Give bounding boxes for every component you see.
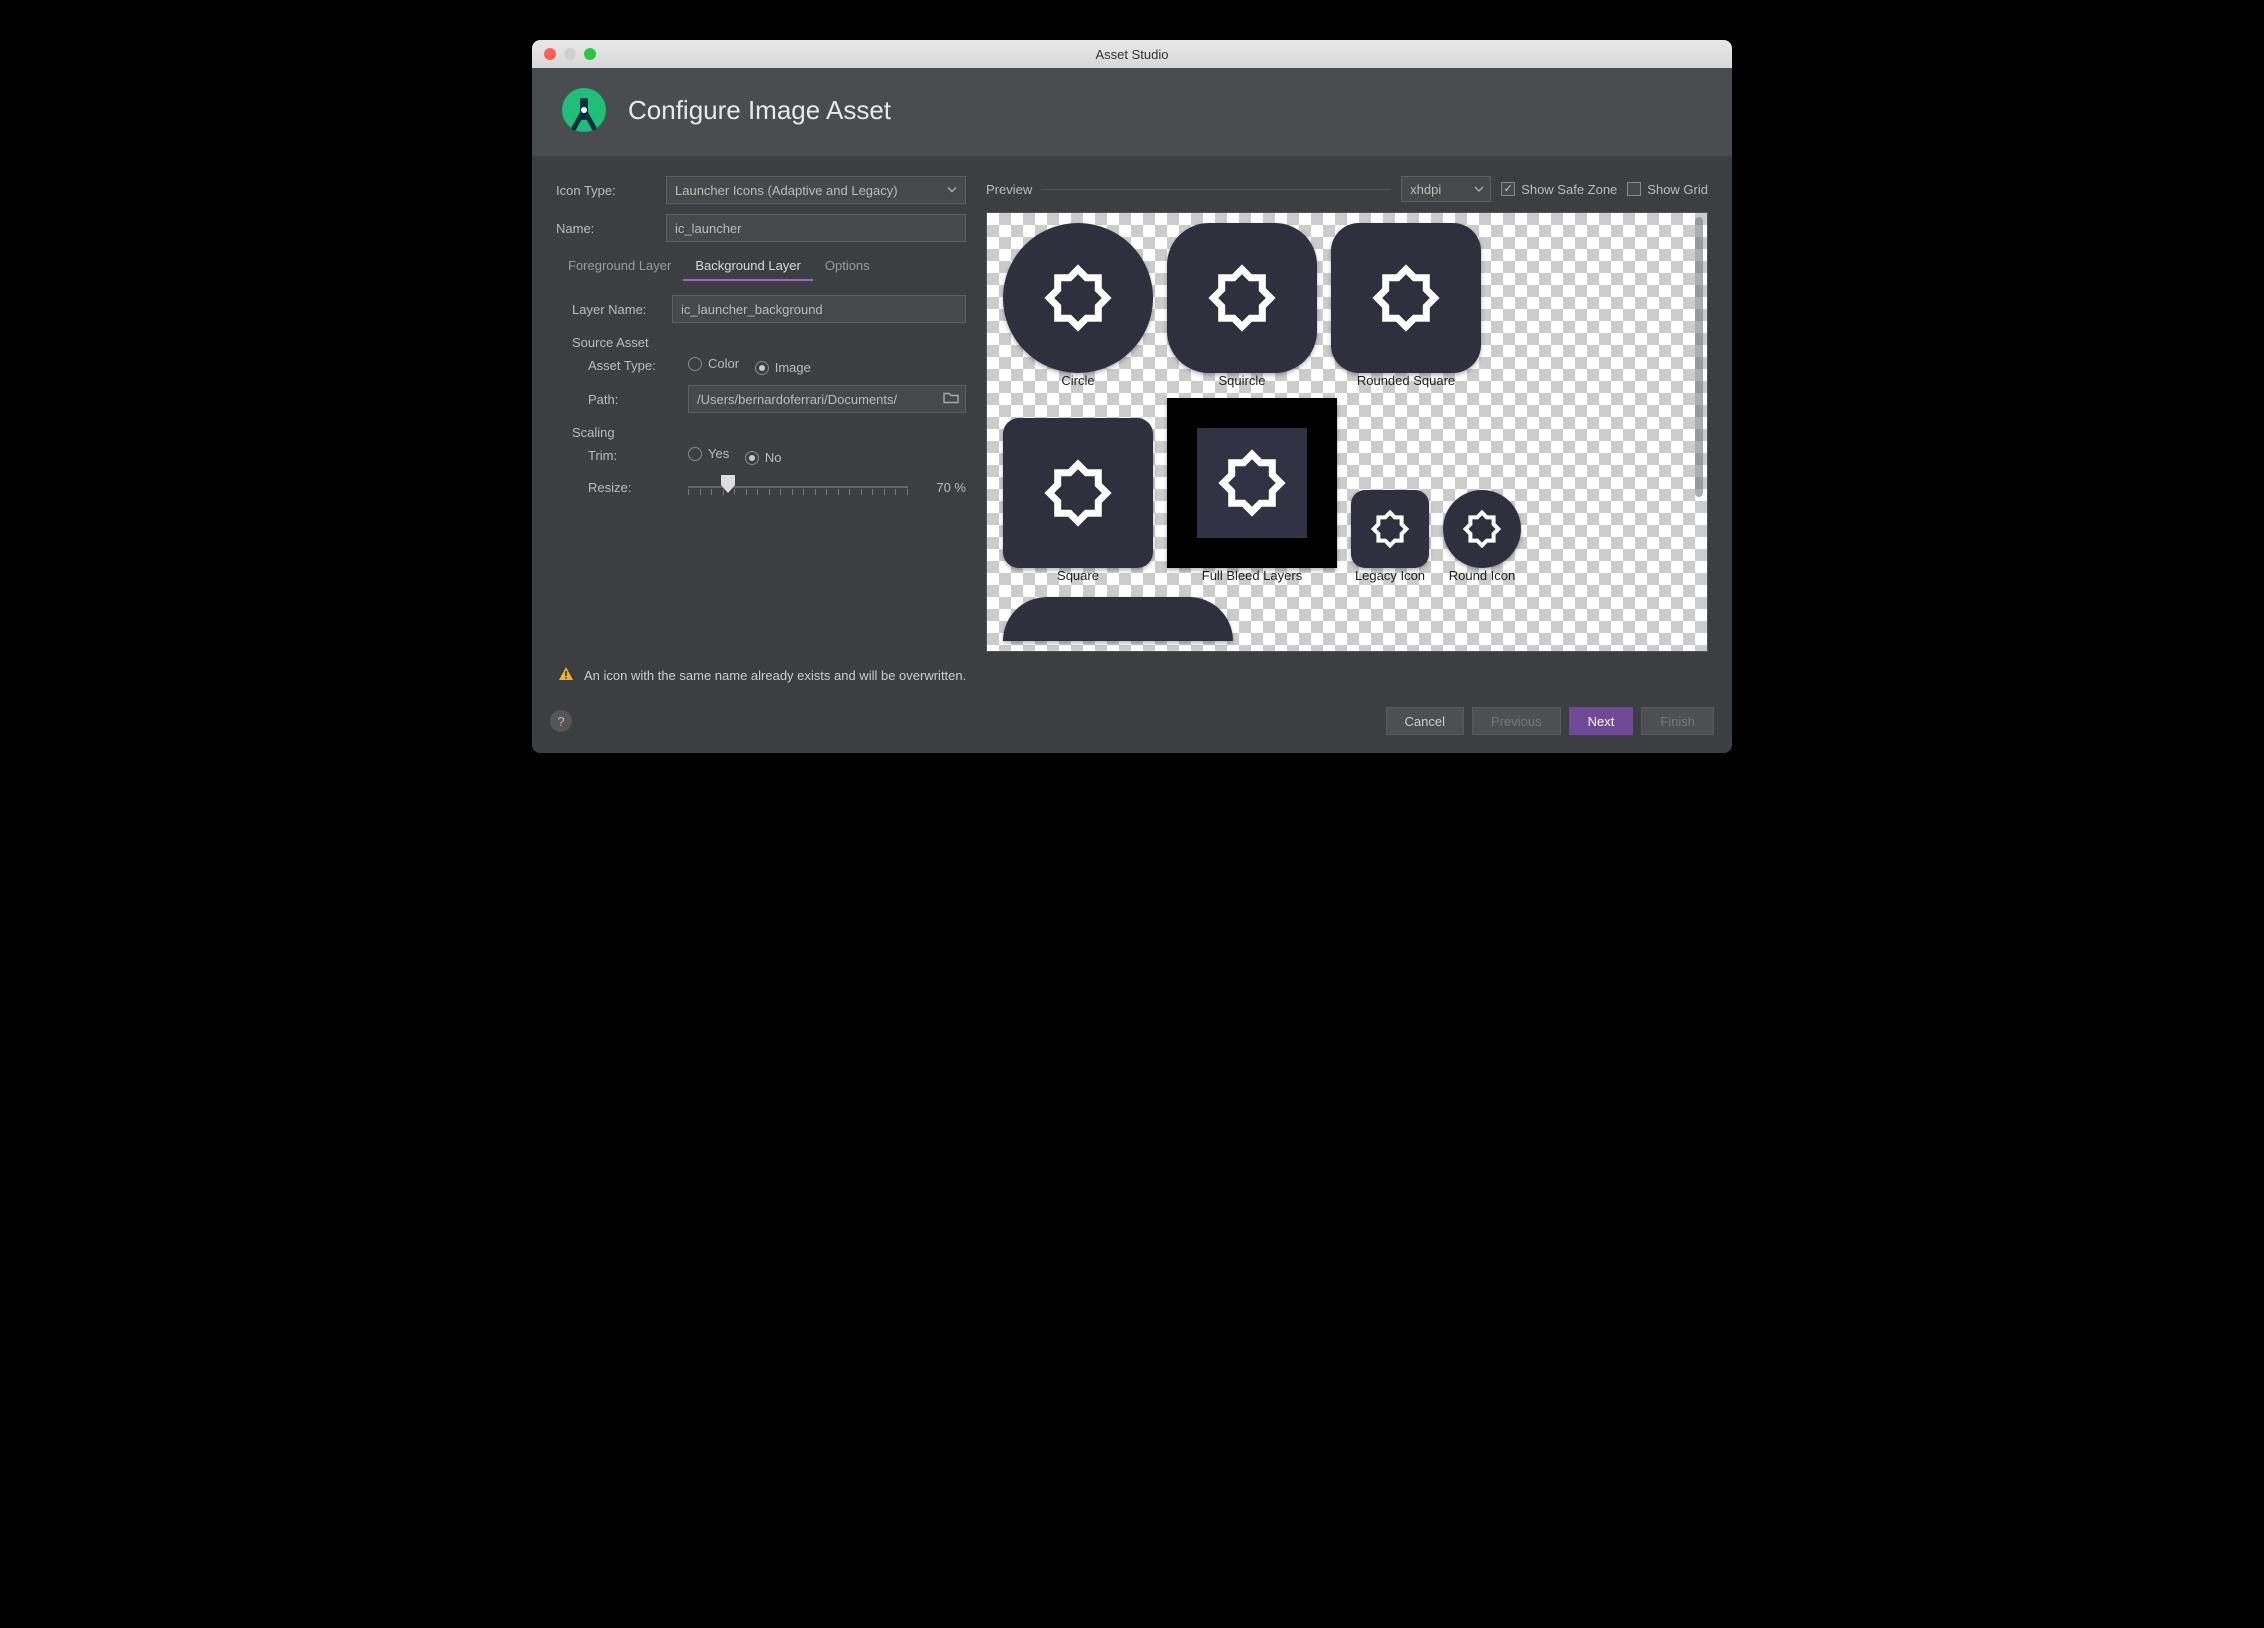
asset-type-image-label: Image	[775, 360, 811, 375]
titlebar: Asset Studio	[532, 40, 1732, 68]
layer-name-value: ic_launcher_background	[681, 302, 823, 317]
tab-foreground[interactable]: Foreground Layer	[556, 252, 683, 281]
warning-row: An icon with the same name already exist…	[532, 652, 1732, 697]
tab-background[interactable]: Background Layer	[683, 252, 813, 281]
next-button[interactable]: Next	[1569, 707, 1634, 735]
config-panel: Icon Type: Launcher Icons (Adaptive and …	[556, 176, 966, 652]
layer-name-label: Layer Name:	[572, 302, 662, 317]
resize-value: 70 %	[918, 480, 966, 495]
warning-icon	[558, 666, 574, 685]
preview-panel: Preview xhdpi Show Safe Zone Show Grid	[986, 176, 1708, 652]
preview-round	[1443, 490, 1521, 568]
tab-options[interactable]: Options	[813, 252, 882, 281]
path-value: /Users/bernardoferrari/Documents/	[697, 392, 897, 407]
caption-square: Square	[1057, 568, 1099, 583]
icon-type-value: Launcher Icons (Adaptive and Legacy)	[675, 183, 898, 198]
name-label: Name:	[556, 221, 656, 236]
dialog-header: Configure Image Asset	[532, 68, 1732, 156]
density-value: xhdpi	[1410, 182, 1441, 197]
preview-label: Preview	[986, 182, 1032, 197]
caption-fullbleed: Full Bleed Layers	[1202, 568, 1302, 583]
window-title: Asset Studio	[532, 47, 1732, 62]
trim-no-label: No	[765, 450, 782, 465]
path-label: Path:	[588, 392, 678, 407]
layer-tabs: Foreground Layer Background Layer Option…	[556, 252, 966, 281]
warning-text: An icon with the same name already exist…	[584, 668, 966, 683]
show-safe-zone-checkbox[interactable]: Show Safe Zone	[1501, 182, 1617, 197]
resize-slider[interactable]	[688, 475, 908, 499]
show-safe-zone-label: Show Safe Zone	[1521, 182, 1617, 197]
icon-type-dropdown[interactable]: Launcher Icons (Adaptive and Legacy)	[666, 176, 966, 204]
asset-type-color-label: Color	[708, 356, 739, 371]
path-field[interactable]: /Users/bernardoferrari/Documents/	[688, 385, 966, 413]
preview-rounded-square	[1331, 223, 1481, 373]
cancel-button[interactable]: Cancel	[1386, 707, 1464, 735]
window: Asset Studio Configure Image Asset Icon …	[532, 40, 1732, 753]
asset-type-color-radio[interactable]: Color	[688, 356, 739, 371]
dialog-footer: ? Cancel Previous Next Finish	[532, 697, 1732, 753]
preview-circle	[1003, 223, 1153, 373]
chevron-down-icon	[1474, 182, 1484, 197]
asset-type-label: Asset Type:	[588, 358, 678, 373]
asset-type-image-radio[interactable]: Image	[755, 360, 811, 375]
folder-icon[interactable]	[943, 392, 959, 407]
android-studio-icon	[560, 86, 608, 134]
icon-type-label: Icon Type:	[556, 183, 656, 198]
layer-name-field[interactable]: ic_launcher_background	[672, 295, 966, 323]
dialog-title: Configure Image Asset	[628, 95, 891, 126]
trim-yes-label: Yes	[708, 446, 729, 461]
name-field[interactable]: ic_launcher	[666, 214, 966, 242]
previous-button[interactable]: Previous	[1472, 707, 1561, 735]
scaling-label: Scaling	[556, 425, 966, 440]
preview-legacy	[1351, 490, 1429, 568]
finish-button[interactable]: Finish	[1641, 707, 1714, 735]
source-asset-label: Source Asset	[556, 335, 966, 350]
preview-area: Circle Squircle Rounded Square Square	[986, 212, 1708, 652]
name-value: ic_launcher	[675, 221, 742, 236]
trim-no-radio[interactable]: No	[745, 450, 782, 465]
preview-full-bleed	[1167, 398, 1337, 568]
trim-label: Trim:	[588, 448, 678, 463]
show-grid-label: Show Grid	[1647, 182, 1708, 197]
divider	[1042, 189, 1391, 190]
preview-square	[1003, 418, 1153, 568]
preview-squircle	[1167, 223, 1317, 373]
caption-legacy: Legacy Icon	[1355, 568, 1425, 583]
caption-rounded: Rounded Square	[1357, 373, 1455, 388]
caption-circle: Circle	[1061, 373, 1094, 388]
caption-round: Round Icon	[1449, 568, 1516, 583]
density-dropdown[interactable]: xhdpi	[1401, 176, 1491, 202]
help-button[interactable]: ?	[550, 710, 572, 732]
preview-google-play	[1003, 597, 1233, 641]
show-grid-checkbox[interactable]: Show Grid	[1627, 182, 1708, 197]
resize-label: Resize:	[588, 480, 678, 495]
trim-yes-radio[interactable]: Yes	[688, 446, 729, 461]
preview-scrollbar[interactable]	[1695, 217, 1705, 647]
chevron-down-icon	[947, 183, 957, 198]
caption-squircle: Squircle	[1219, 373, 1266, 388]
